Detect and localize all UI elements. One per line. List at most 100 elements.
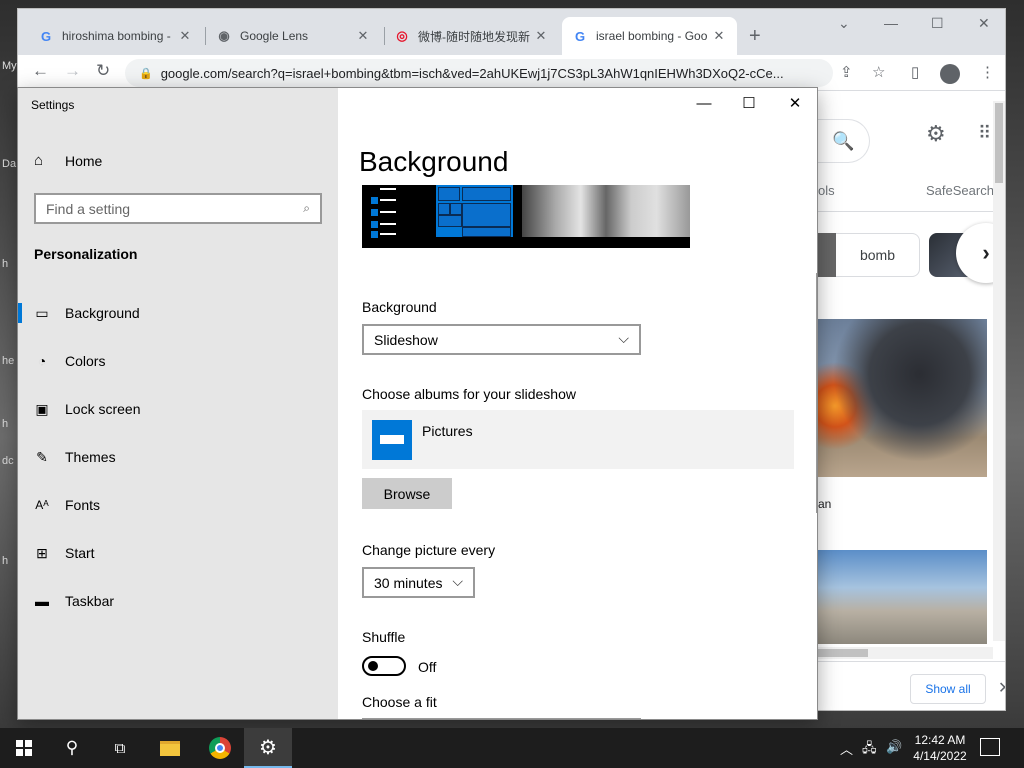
interval-select[interactable]: 30 minutes ⌵	[362, 567, 475, 598]
browser-tab[interactable]: ◉ Google Lens ✕	[206, 17, 381, 55]
sidebar-item-themes[interactable]: ✎ Themes	[18, 439, 338, 475]
related-search-chip[interactable]: bomb	[836, 233, 920, 277]
close-tab-icon[interactable]: ✕	[711, 28, 727, 44]
search-button[interactable]: ⚲	[48, 728, 96, 768]
sidebar-item-background[interactable]: ▭ Background	[18, 295, 338, 331]
background-label: Background	[362, 299, 437, 315]
apps-grid-icon[interactable]: ⠿	[978, 123, 991, 144]
google-results-page: 🔍 ⚙ ⠿ ols SafeSearch bomb › an Show all …	[818, 91, 1005, 710]
sidebar-item-fonts[interactable]: Aᴬ Fonts	[18, 487, 338, 523]
reload-icon[interactable]: ↻	[96, 61, 110, 81]
albums-label: Choose albums for your slideshow	[362, 386, 576, 402]
home-icon: ⌂	[34, 152, 44, 169]
horizontal-scrollbar[interactable]	[818, 647, 993, 659]
sidebar-item-taskbar[interactable]: ▬ Taskbar	[18, 583, 338, 619]
tools-link[interactable]: ols	[818, 183, 835, 198]
desktop-icon-label[interactable]: h	[2, 555, 8, 567]
sidebar-item-label: Fonts	[65, 497, 101, 513]
result-image[interactable]	[818, 319, 987, 477]
maximize-icon[interactable]: ☐	[726, 92, 772, 116]
vertical-scrollbar[interactable]	[993, 101, 1005, 641]
close-icon[interactable]: ✕	[978, 15, 990, 32]
desktop-icon-label[interactable]: Da	[2, 158, 16, 170]
shuffle-toggle[interactable]	[362, 656, 406, 676]
menu-dots-icon[interactable]: ⋮	[980, 63, 995, 81]
clock[interactable]: 12:42 AM 4/14/2022	[908, 732, 972, 764]
show-all-button[interactable]: Show all	[910, 674, 986, 704]
desktop-icon-label[interactable]: h	[2, 258, 8, 270]
close-icon[interactable]: ✕	[998, 678, 1005, 698]
tab-title: Google Lens	[240, 29, 309, 43]
settings-search-input[interactable]: Find a setting ⌕	[34, 193, 322, 224]
sidebar-item-colors[interactable]: ◔ Colors	[18, 343, 338, 379]
tab-title: 微博-随时随地发现新	[418, 29, 530, 44]
result-caption[interactable]: an	[818, 497, 831, 511]
bookmark-star-icon[interactable]: ☆	[872, 63, 885, 81]
search-icon[interactable]: 🔍	[818, 119, 870, 163]
chevron-down-icon: ⌵	[452, 573, 463, 589]
app-title: Settings	[31, 98, 75, 112]
preview-start-list	[366, 185, 396, 238]
back-icon[interactable]: ←	[32, 61, 49, 81]
tab-search-icon[interactable]: ⌄	[838, 15, 850, 32]
sidebar-item-start[interactable]: ⊞ Start	[18, 535, 338, 571]
sidebar-item-label: Start	[65, 545, 95, 561]
new-tab-button[interactable]: +	[749, 25, 761, 48]
sidebar-item-lock-screen[interactable]: ▣ Lock screen	[18, 391, 338, 427]
start-button[interactable]	[0, 728, 48, 768]
album-item[interactable]: Pictures	[362, 410, 794, 469]
file-explorer-button[interactable]	[146, 728, 194, 768]
browser-tab[interactable]: ◎ 微博-随时随地发现新 ✕	[384, 17, 559, 55]
chevron-up-icon[interactable]: ︿	[840, 739, 853, 758]
chevron-down-icon: ⌵	[618, 330, 629, 346]
close-tab-icon[interactable]: ✕	[177, 28, 193, 44]
settings-taskbar-button[interactable]: ⚙	[244, 728, 292, 768]
notification-icon[interactable]	[980, 738, 1000, 756]
result-image[interactable]	[818, 550, 987, 644]
home-label: Home	[65, 152, 103, 169]
volume-icon[interactable]: 🔊	[886, 739, 902, 755]
picture-icon: ▭	[35, 304, 49, 321]
chip-thumbnail[interactable]	[818, 233, 836, 277]
minimize-icon[interactable]: —	[681, 92, 727, 116]
gear-icon[interactable]: ⚙	[926, 121, 946, 147]
sidebar-item-label: Background	[65, 305, 140, 321]
selection-indicator	[18, 303, 22, 323]
chrome-icon	[209, 737, 231, 759]
clock-date: 4/14/2022	[913, 749, 967, 763]
minimize-icon[interactable]: —	[884, 15, 898, 31]
close-tab-icon[interactable]: ✕	[533, 28, 549, 44]
desktop-preview	[362, 185, 690, 248]
content-scrollbar[interactable]	[816, 273, 817, 513]
settings-content: — ☐ ✕ Background Background Slideshow ⌵ …	[338, 88, 817, 719]
desktop-icon-label[interactable]: he	[2, 355, 14, 367]
side-panel-icon[interactable]: ▯	[911, 63, 919, 81]
home-link[interactable]: ⌂ Home	[34, 152, 102, 169]
start-icon: ⊞	[36, 544, 48, 561]
close-tab-icon[interactable]: ✕	[355, 28, 371, 44]
search-placeholder: Find a setting	[46, 200, 131, 217]
fit-label: Choose a fit	[362, 694, 437, 710]
forward-icon[interactable]: →	[64, 61, 81, 81]
desktop-icon-label[interactable]: dc	[2, 455, 14, 467]
profile-avatar[interactable]	[940, 64, 960, 84]
share-icon[interactable]: ⇪	[840, 63, 853, 81]
download-bar: Show all ✕	[818, 661, 1005, 710]
fit-select[interactable]	[362, 718, 641, 719]
folder-icon	[160, 740, 180, 756]
safesearch-link[interactable]: SafeSearch	[926, 183, 994, 198]
chrome-taskbar-button[interactable]	[196, 728, 244, 768]
themes-icon: ✎	[36, 448, 48, 465]
network-icon[interactable]: 🖧	[862, 739, 877, 761]
background-type-select[interactable]: Slideshow ⌵	[362, 324, 641, 355]
settings-window: Settings ⌂ Home Find a setting ⌕ Persona…	[17, 87, 818, 720]
desktop-icon-label[interactable]: My	[2, 60, 17, 72]
maximize-icon[interactable]: ☐	[931, 15, 944, 32]
browser-tab[interactable]: G hiroshima bombing - ✕	[28, 17, 203, 55]
close-icon[interactable]: ✕	[772, 92, 817, 116]
browser-tab-active[interactable]: G israel bombing - Goo ✕	[562, 17, 737, 55]
desktop-icon-label[interactable]: h	[2, 418, 8, 430]
address-bar[interactable]: 🔒 google.com/search?q=israel+bombing&tbm…	[125, 59, 833, 87]
browse-button[interactable]: Browse	[362, 478, 452, 509]
task-view-button[interactable]: ⧉	[96, 728, 144, 768]
